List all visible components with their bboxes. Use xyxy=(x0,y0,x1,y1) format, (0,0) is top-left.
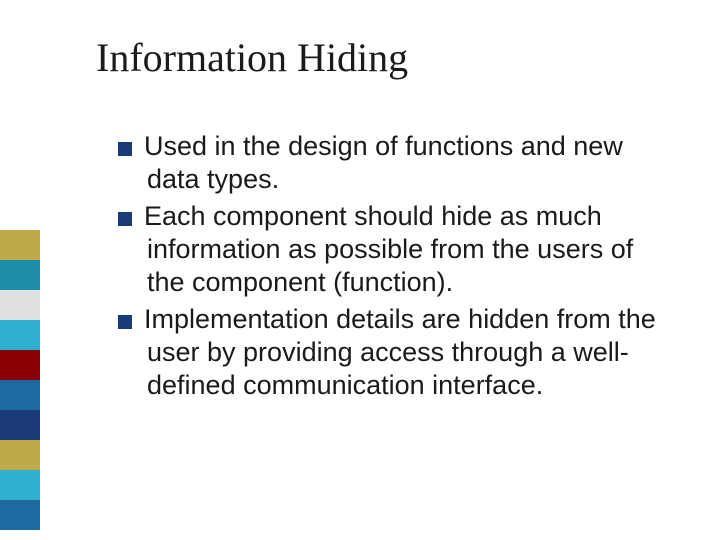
slide-title: Information Hiding xyxy=(96,34,408,81)
color-block xyxy=(0,440,40,470)
color-block xyxy=(0,320,40,350)
color-block xyxy=(0,500,40,530)
color-block xyxy=(0,350,40,380)
color-block xyxy=(0,470,40,500)
color-block xyxy=(0,380,40,410)
square-bullet-icon xyxy=(118,142,132,156)
bullet-text: Each component should hide as much infor… xyxy=(144,201,633,297)
slide-body: Used in the design of functions and new … xyxy=(118,130,678,406)
list-item: Used in the design of functions and new … xyxy=(118,130,678,196)
color-block xyxy=(0,410,40,440)
list-item: Implementation details are hidden from t… xyxy=(118,303,678,402)
bullet-text: Implementation details are hidden from t… xyxy=(144,304,656,400)
bullet-text: Used in the design of functions and new … xyxy=(144,131,623,194)
decorative-sidebar xyxy=(0,230,40,530)
color-block xyxy=(0,260,40,290)
color-block xyxy=(0,290,40,320)
square-bullet-icon xyxy=(118,315,132,329)
square-bullet-icon xyxy=(118,212,132,226)
list-item: Each component should hide as much infor… xyxy=(118,200,678,299)
slide: Information Hiding Used in the design of… xyxy=(0,0,720,540)
color-block xyxy=(0,230,40,260)
